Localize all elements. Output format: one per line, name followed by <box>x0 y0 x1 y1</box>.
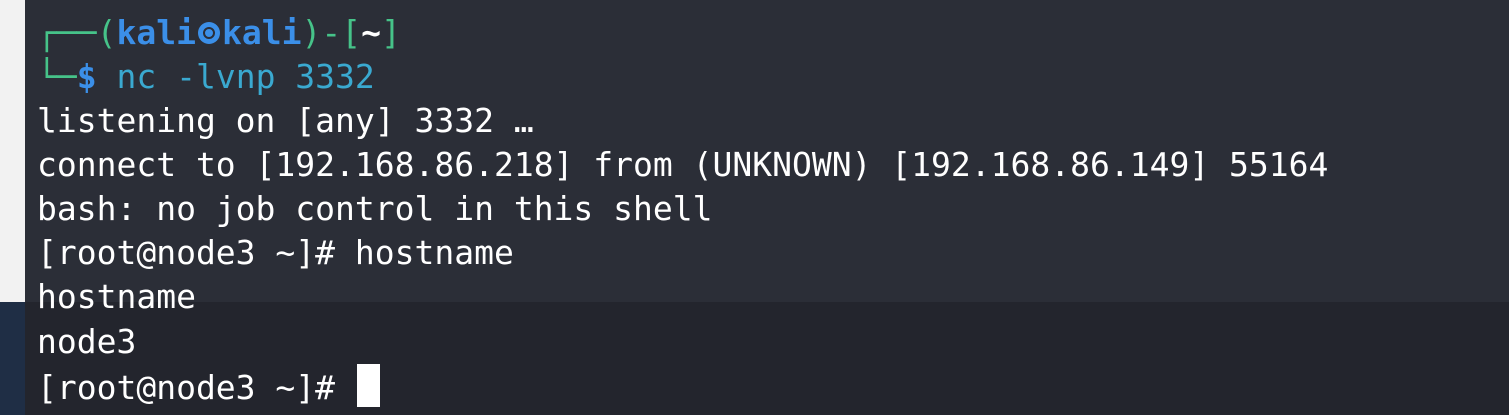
prompt-box-top-left: ┌──( <box>37 13 117 52</box>
terminal-window[interactable]: ┌──(kali kali)-[~] └─$ nc -lvnp 3332 list… <box>25 0 1509 415</box>
output-connect: connect to [192.168.86.218] from (UNKNOW… <box>37 145 1329 184</box>
remote-command-line-2[interactable]: [root@node3 ~]# <box>37 364 380 410</box>
prompt-user: kali <box>116 13 196 52</box>
remote-prompt-1: [root@node3 ~]# <box>37 233 355 272</box>
prompt-dollar: $ <box>76 57 97 96</box>
output-node-result: node3 <box>37 322 137 361</box>
prompt-command-line: └─$ nc -lvnp 3332 <box>37 55 375 99</box>
prompt-path: ~ <box>361 13 381 52</box>
left-background-dark <box>0 302 25 415</box>
remote-command-1: hostname <box>354 233 514 272</box>
kali-dragon-icon <box>197 22 220 44</box>
screen: ┌──(kali kali)-[~] └─$ nc -lvnp 3332 list… <box>0 0 1509 415</box>
remote-prompt-2: [root@node3 ~]# <box>37 368 355 407</box>
prompt-header-line: ┌──(kali kali)-[~] <box>37 11 401 55</box>
remote-command-line-1: [root@node3 ~]# hostname <box>37 231 514 275</box>
output-echo-hostname: hostname <box>37 277 196 316</box>
output-listening: listening on [any] 3332 … <box>37 101 534 140</box>
left-background-light <box>0 0 25 302</box>
prompt-path-open: )-[ <box>301 13 362 52</box>
command-text: nc -lvnp 3332 <box>116 57 375 96</box>
prompt-host: kali <box>221 13 302 52</box>
output-bash-message: bash: no job control in this shell <box>37 189 713 228</box>
prompt-path-close: ] <box>380 13 401 52</box>
prompt-box-bottom-left: └─ <box>37 57 77 96</box>
text-cursor[interactable] <box>356 364 380 407</box>
